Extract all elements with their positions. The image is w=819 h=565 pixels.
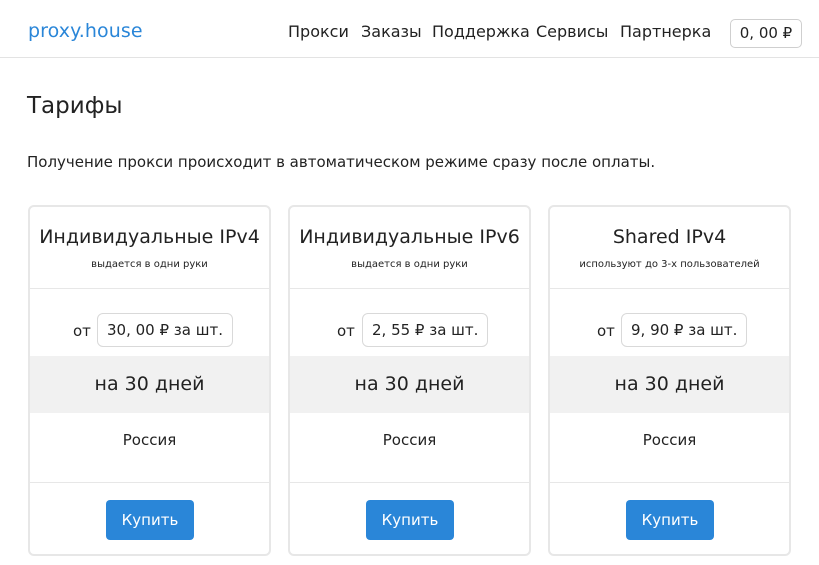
nav-item-support[interactable]: Поддержка	[432, 22, 530, 41]
buy-button[interactable]: Купить	[626, 500, 714, 540]
period-label: на 30 дней	[550, 356, 789, 413]
price-value: 2, 55 ₽ за шт.	[362, 313, 489, 347]
price-prefix: от	[597, 322, 615, 340]
nav-item-orders[interactable]: Заказы	[361, 22, 422, 41]
period-label: на 30 дней	[30, 356, 269, 413]
intro-text: Получение прокси происходит в автоматиче…	[27, 153, 656, 171]
card-header: Индивидуальные IPv6 выдается в одни руки	[290, 207, 529, 289]
buy-button[interactable]: Купить	[106, 500, 194, 540]
tariff-card-ipv6: Индивидуальные IPv6 выдается в одни руки…	[288, 205, 531, 556]
card-subtitle: выдается в одни руки	[91, 259, 208, 270]
price-prefix: от	[73, 322, 91, 340]
card-header: Shared IPv4 используют до 3-х пользовате…	[550, 207, 789, 289]
buy-row: Купить	[550, 483, 789, 554]
nav-item-proxy[interactable]: Прокси	[288, 22, 349, 41]
price-row: от 9, 90 ₽ за шт.	[550, 289, 789, 356]
card-title: Индивидуальные IPv4	[39, 226, 260, 248]
card-header: Индивидуальные IPv4 выдается в одни руки	[30, 207, 269, 289]
price-row: от 2, 55 ₽ за шт.	[290, 289, 529, 356]
nav-item-partner[interactable]: Партнерка	[620, 22, 711, 41]
card-title: Shared IPv4	[612, 226, 727, 248]
price-value: 9, 90 ₽ за шт.	[621, 313, 748, 347]
price-prefix: от	[337, 322, 355, 340]
card-title: Индивидуальные IPv6	[299, 226, 520, 248]
price-row: от 30, 00 ₽ за шт.	[30, 289, 269, 356]
buy-button[interactable]: Купить	[366, 500, 454, 540]
card-subtitle: выдается в одни руки	[351, 259, 468, 270]
country-label: Россия	[550, 413, 789, 483]
page-title: Тарифы	[27, 93, 123, 119]
price-value: 30, 00 ₽ за шт.	[97, 313, 233, 347]
buy-row: Купить	[290, 483, 529, 554]
card-subtitle: используют до 3-х пользователей	[579, 259, 760, 270]
country-label: Россия	[290, 413, 529, 483]
tariff-card-ipv4: Индивидуальные IPv4 выдается в одни руки…	[28, 205, 271, 556]
nav-item-services[interactable]: Сервисы	[536, 22, 608, 41]
period-label: на 30 дней	[290, 356, 529, 413]
brand-logo-link[interactable]: proxy.house	[28, 20, 143, 42]
buy-row: Купить	[30, 483, 269, 554]
balance-button[interactable]: 0, 00 ₽	[730, 19, 802, 48]
top-navbar: proxy.house Прокси Заказы Поддержка Серв…	[0, 0, 819, 58]
country-label: Россия	[30, 413, 269, 483]
tariff-card-shared-ipv4: Shared IPv4 используют до 3-х пользовате…	[548, 205, 791, 556]
